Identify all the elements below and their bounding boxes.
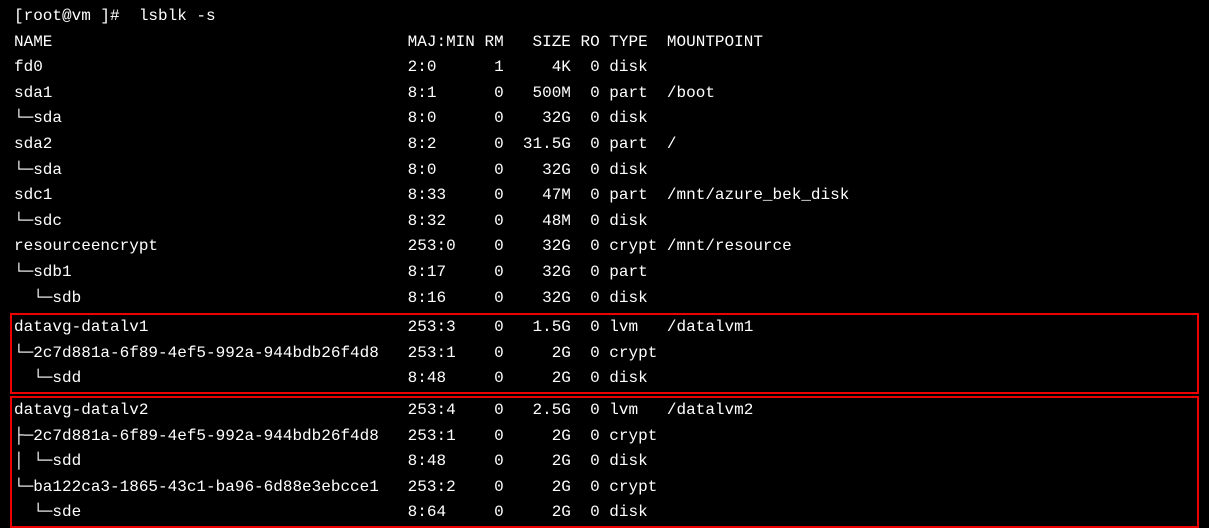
table-row: └─2c7d881a-6f89-4ef5-992a-944bdb26f4d8 2… <box>14 341 1195 367</box>
table-row: datavg-datalv1 253:3 0 1.5G 0 lvm /datal… <box>14 315 1195 341</box>
highlight-box-2: datavg-datalv2 253:4 0 2.5G 0 lvm /datal… <box>10 396 1199 528</box>
table-row: sda1 8:1 0 500M 0 part /boot <box>14 81 1195 107</box>
header-row: NAME MAJ:MIN RM SIZE RO TYPE MOUNTPOINT <box>14 30 1195 56</box>
table-row: ├─2c7d881a-6f89-4ef5-992a-944bdb26f4d8 2… <box>14 424 1195 450</box>
table-row: └─sdb 8:16 0 32G 0 disk <box>14 286 1195 312</box>
terminal-prompt: [root@vm ]# lsblk -s <box>14 4 1195 30</box>
table-row: │ └─sdd 8:48 0 2G 0 disk <box>14 449 1195 475</box>
table-row: fd0 2:0 1 4K 0 disk <box>14 55 1195 81</box>
table-row: └─sdd 8:48 0 2G 0 disk <box>14 366 1195 392</box>
table-row: resourceencrypt 253:0 0 32G 0 crypt /mnt… <box>14 234 1195 260</box>
table-row: └─sdb1 8:17 0 32G 0 part <box>14 260 1195 286</box>
table-row: datavg-datalv2 253:4 0 2.5G 0 lvm /datal… <box>14 398 1195 424</box>
table-row: └─sda 8:0 0 32G 0 disk <box>14 158 1195 184</box>
table-row: └─sda 8:0 0 32G 0 disk <box>14 106 1195 132</box>
table-row: sda2 8:2 0 31.5G 0 part / <box>14 132 1195 158</box>
table-row: └─ba122ca3-1865-43c1-ba96-6d88e3ebcce1 2… <box>14 475 1195 501</box>
table-row: └─sdc 8:32 0 48M 0 disk <box>14 209 1195 235</box>
table-row: sdc1 8:33 0 47M 0 part /mnt/azure_bek_di… <box>14 183 1195 209</box>
highlight-box-1: datavg-datalv1 253:3 0 1.5G 0 lvm /datal… <box>10 313 1199 394</box>
table-row: └─sde 8:64 0 2G 0 disk <box>14 500 1195 526</box>
